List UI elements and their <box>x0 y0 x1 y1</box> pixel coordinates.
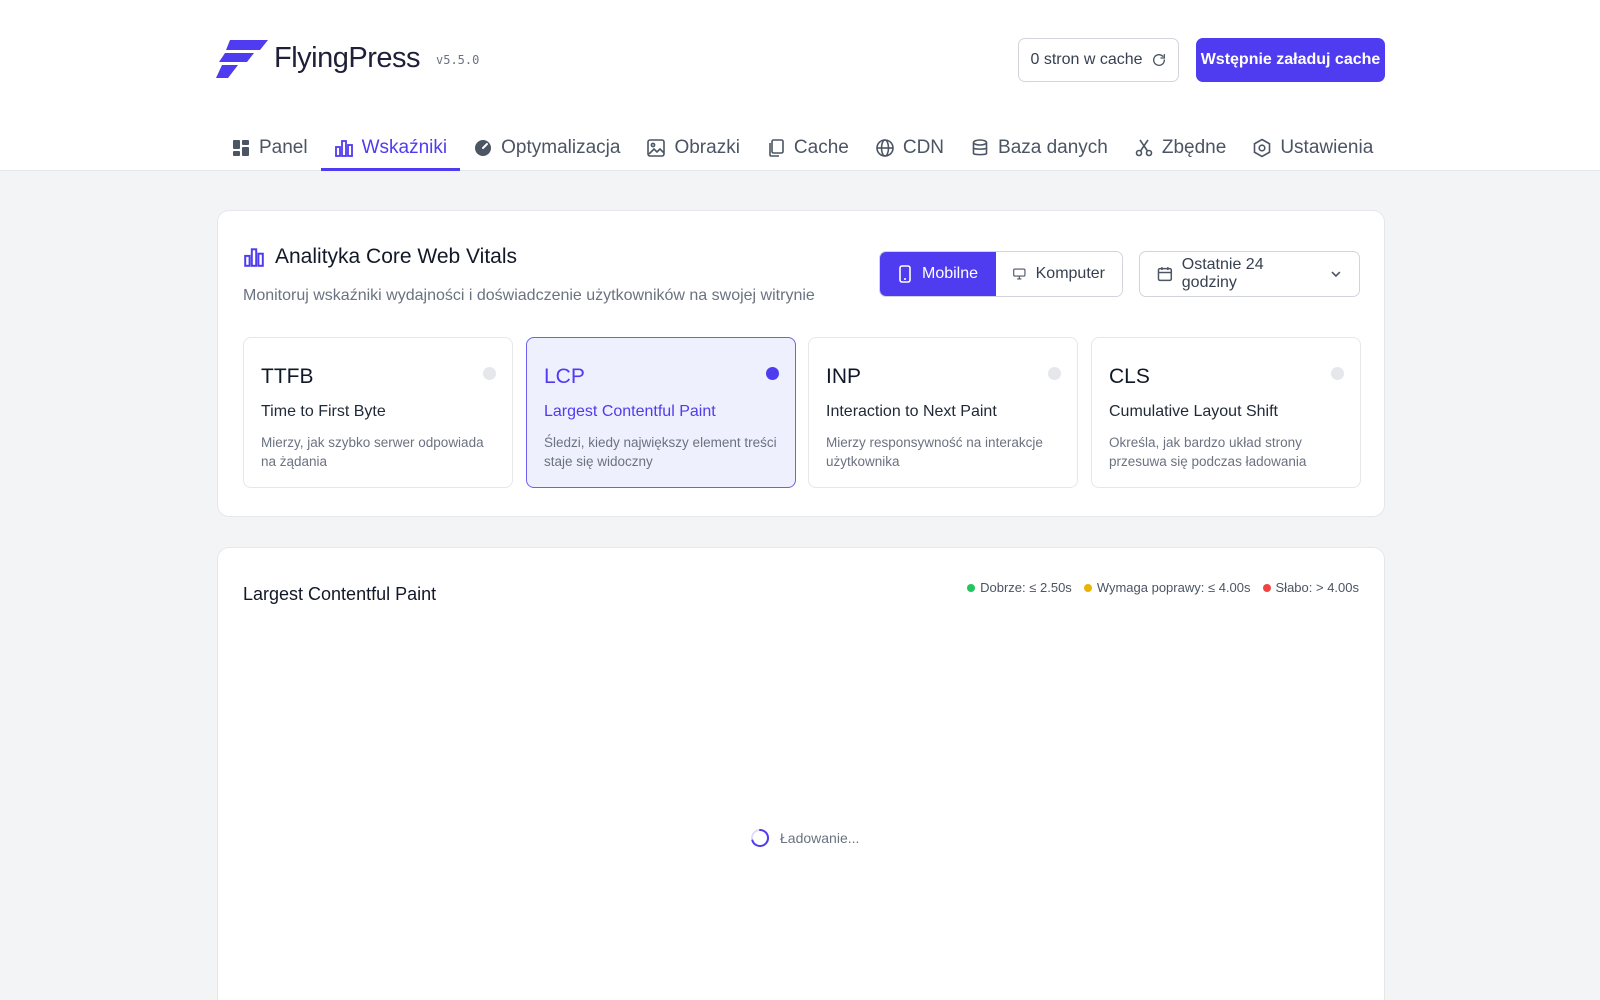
tab-bloat[interactable]: Zbędne <box>1121 124 1239 171</box>
metric-abbr: TTFB <box>261 365 314 388</box>
metric-abbr: CLS <box>1109 365 1150 388</box>
chevron-down-icon <box>1331 271 1341 278</box>
tab-label: Panel <box>259 136 308 158</box>
metric-description: Mierzy, jak szybko serwer odpowiada na ż… <box>261 435 484 469</box>
gauge-icon <box>475 139 492 156</box>
legend-needs-improvement-label: Wymaga poprawy: ≤ 4.00s <box>1096 580 1251 595</box>
chart-title: Largest Contentful Paint <box>243 584 437 604</box>
database-icon <box>972 138 988 155</box>
metric-description: Mierzy responsywność na interakcje użytk… <box>826 435 1043 469</box>
device-toggle: Mobilne Komputer <box>879 251 1123 297</box>
metric-card-inp[interactable]: INP Interaction to Next Paint Mierzy res… <box>808 337 1078 488</box>
settings-hex-icon <box>1254 138 1271 157</box>
loading-text: Ładowanie... <box>780 830 860 846</box>
top-bar: FlyingPress v5.5.0 0 stron w cache Wstęp… <box>0 0 1600 171</box>
tab-panel[interactable]: Panel <box>218 124 321 171</box>
metric-name: Time to First Byte <box>261 403 386 420</box>
globe-icon <box>876 138 894 157</box>
monitor-icon <box>1013 268 1026 280</box>
green-dot-icon <box>967 583 976 592</box>
tab-label: Wskaźniki <box>361 136 448 158</box>
device-desktop-button[interactable]: Komputer <box>996 252 1122 296</box>
legend-poor: Słabo: > 4.00s <box>1262 580 1359 595</box>
metric-card-lcp[interactable]: LCP Largest Contentful Paint Śledzi, kie… <box>526 337 796 488</box>
legend-poor-label: Słabo: > 4.00s <box>1275 580 1359 595</box>
metric-chart-card: Largest Contentful Paint Dobrze: ≤ 2.50s… <box>217 547 1385 1000</box>
spinner-icon <box>751 829 769 847</box>
time-range-select[interactable]: Ostatnie 24 godziny <box>1139 251 1360 297</box>
tab-label: Cache <box>793 136 849 158</box>
device-mobile-label: Mobilne <box>921 265 979 282</box>
status-dot <box>1048 367 1061 380</box>
cache-count-label: 0 stron w cache <box>1030 51 1143 68</box>
time-range-label: Ostatnie 24 godziny <box>1181 256 1264 291</box>
metric-description: Śledzi, kiedy największy element treści … <box>544 435 777 469</box>
files-icon <box>769 138 784 157</box>
bar-chart-icon <box>334 139 353 157</box>
metric-card-cls[interactable]: CLS Cumulative Layout Shift Określa, jak… <box>1091 337 1361 488</box>
status-dot <box>483 367 496 380</box>
flyingpress-logo-icon <box>216 40 268 78</box>
tab-metrics[interactable]: Wskaźniki <box>320 124 461 171</box>
loading-indicator: Ładowanie... <box>750 828 859 848</box>
analytics-title: Analityka Core Web Vitals <box>243 245 517 269</box>
image-icon <box>647 138 666 157</box>
tab-label: Optymalizacja <box>501 136 621 158</box>
status-dot <box>1331 367 1344 380</box>
status-dot <box>766 367 779 380</box>
refresh-icon <box>1152 54 1165 66</box>
tab-images[interactable]: Obrazki <box>633 124 752 171</box>
tab-label: Baza danych <box>998 136 1108 158</box>
device-desktop-label: Komputer <box>1035 265 1105 282</box>
app-name: FlyingPress <box>274 41 421 74</box>
logo[interactable]: FlyingPress v5.5.0 <box>216 38 479 78</box>
metric-card-ttfb[interactable]: TTFB Time to First Byte Mierzy, jak szyb… <box>243 337 513 488</box>
metric-name: Interaction to Next Paint <box>826 403 997 420</box>
calendar-icon <box>1157 267 1173 282</box>
yellow-dot-icon <box>1083 583 1092 592</box>
metric-name: Largest Contentful Paint <box>544 403 716 420</box>
legend-good-label: Dobrze: ≤ 2.50s <box>980 580 1072 595</box>
tab-optimization[interactable]: Optymalizacja <box>460 124 633 171</box>
tab-database[interactable]: Baza danych <box>957 124 1121 171</box>
legend-good: Dobrze: ≤ 2.50s <box>967 580 1072 595</box>
preload-cache-button[interactable]: Wstępnie załaduj cache <box>1196 38 1385 82</box>
metric-abbr: LCP <box>544 365 585 388</box>
tab-label: Obrazki <box>674 136 740 158</box>
red-dot-icon <box>1262 583 1271 592</box>
threshold-legend: Dobrze: ≤ 2.50s Wymaga poprawy: ≤ 4.00s … <box>967 580 1359 595</box>
metric-name: Cumulative Layout Shift <box>1109 403 1278 420</box>
bar-chart-icon <box>244 248 264 267</box>
app-version: v5.5.0 <box>436 53 480 67</box>
tab-settings[interactable]: Ustawienia <box>1239 124 1386 171</box>
grid-icon <box>233 139 249 156</box>
main-nav: Panel Wskaźniki Optymalizacja Obrazki Ca… <box>218 124 1386 171</box>
device-mobile-button[interactable]: Mobilne <box>880 252 996 296</box>
tab-cache[interactable]: Cache <box>753 124 862 171</box>
cache-count-button[interactable]: 0 stron w cache <box>1018 38 1179 82</box>
core-web-vitals-card: Analityka Core Web Vitals Monitoruj wska… <box>217 210 1385 517</box>
analytics-subtitle: Monitoruj wskaźniki wydajności i doświad… <box>243 287 815 304</box>
tab-label: Zbędne <box>1161 136 1227 158</box>
metric-description: Określa, jak bardzo układ strony przesuw… <box>1109 435 1307 469</box>
metric-abbr: INP <box>826 365 862 388</box>
analytics-title-text: Analityka Core Web Vitals <box>275 245 518 268</box>
tab-label: CDN <box>902 136 945 158</box>
legend-needs-improvement: Wymaga poprawy: ≤ 4.00s <box>1083 580 1251 595</box>
tab-label: Ustawienia <box>1280 136 1374 158</box>
smartphone-icon <box>899 265 911 283</box>
scissors-icon <box>1135 139 1153 156</box>
tab-cdn[interactable]: CDN <box>862 124 957 171</box>
